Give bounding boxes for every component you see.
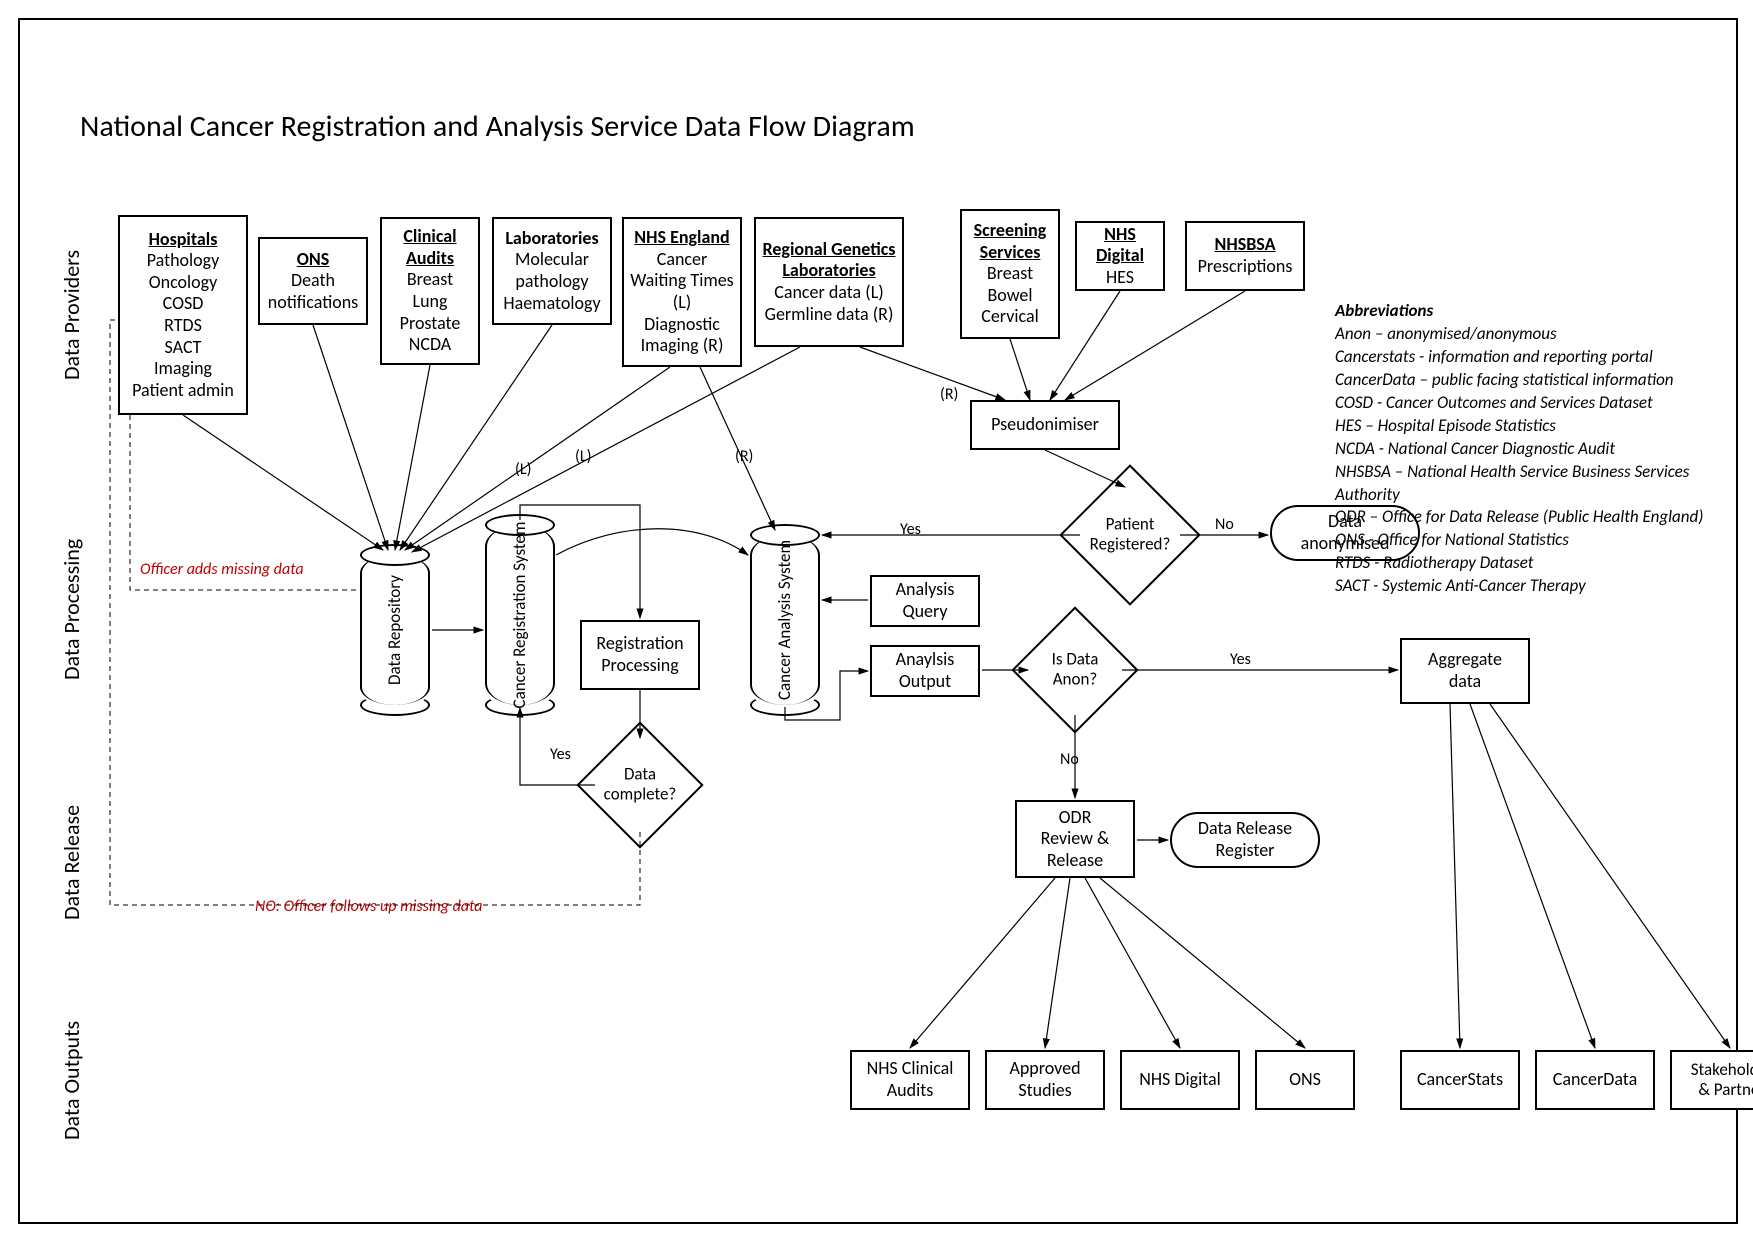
provider-nhsbsa: NHSBSA Prescriptions: [1185, 221, 1305, 291]
abbreviations: Abbreviations Anon – anonymised/anonymou…: [1335, 300, 1725, 598]
provider-labs: Laboratories Molecular pathology Haemato…: [492, 217, 612, 325]
label-R2: (R): [940, 385, 958, 404]
output-approved-studies: Approved Studies: [985, 1050, 1105, 1110]
provider-ons: ONS Death notifications: [258, 237, 368, 325]
output-ons: ONS: [1255, 1050, 1355, 1110]
label-L2: (L): [575, 447, 591, 466]
cancer-analysis-system: Cancer Analysis System: [750, 535, 820, 705]
provider-audits: Clinical Audits Breast Lung Prostate NCD…: [380, 217, 480, 365]
label-no-patreg: No: [1215, 515, 1234, 534]
provider-screening: Screening Services Breast Bowel Cervical: [960, 209, 1060, 339]
odr-review-release: ODR Review & Release: [1015, 800, 1135, 878]
cancer-registration-system: Cancer Registration System: [485, 525, 555, 705]
provider-hospitals: Hospitals Pathology Oncology COSD RTDS S…: [118, 215, 248, 415]
provider-nhsdigital: NHS Digital HES: [1075, 221, 1165, 291]
provider-genetics: Regional Genetics Laboratories Cancer da…: [754, 217, 904, 347]
swimlane-outputs: Data Outputs: [58, 1021, 85, 1140]
label-officer-adds: Officer adds missing data: [140, 560, 304, 579]
data-release-register: Data Release Register: [1170, 812, 1320, 868]
diagram-title: National Cancer Registration and Analysi…: [80, 108, 915, 145]
label-yes-anon: Yes: [1230, 650, 1251, 669]
swimlane-providers: Data Providers: [58, 250, 85, 380]
label-no-anon: No: [1060, 750, 1079, 769]
label-R1: (R): [735, 447, 753, 466]
provider-nhse: NHS England Cancer Waiting Times (L) Dia…: [622, 217, 742, 367]
registration-processing: Registration Processing: [580, 620, 700, 690]
pseudonimiser: Pseudonimiser: [970, 400, 1120, 450]
output-cancerstats: CancerStats: [1400, 1050, 1520, 1110]
decision-patient-registered: Patient Registered?: [1080, 485, 1180, 585]
data-repository: Data Repository: [360, 555, 430, 705]
label-yes-patreg: Yes: [900, 520, 921, 539]
swimlane-processing: Data Processing: [58, 539, 85, 680]
output-nhs-audits: NHS Clinical Audits: [850, 1050, 970, 1110]
output-nhs-digital: NHS Digital: [1120, 1050, 1240, 1110]
decision-data-complete: Data complete?: [595, 740, 685, 830]
analysis-output: Anaylsis Output: [870, 645, 980, 697]
output-stakeholders: Stakeholders & Partners: [1670, 1050, 1753, 1110]
swimlane-release: Data Release: [58, 805, 85, 920]
label-yes-complete: Yes: [550, 745, 571, 764]
page: National Cancer Registration and Analysi…: [0, 0, 1753, 1239]
aggregate-data: Aggregate data: [1400, 638, 1530, 704]
analysis-query: Analysis Query: [870, 575, 980, 627]
decision-is-anon: Is Data Anon?: [1030, 625, 1120, 715]
label-officer-follows: NO: Officer follows up missing data: [255, 897, 482, 916]
output-cancerdata: CancerData: [1535, 1050, 1655, 1110]
hospitals-head: Hospitals: [149, 229, 218, 251]
label-L1: (L): [515, 460, 531, 479]
